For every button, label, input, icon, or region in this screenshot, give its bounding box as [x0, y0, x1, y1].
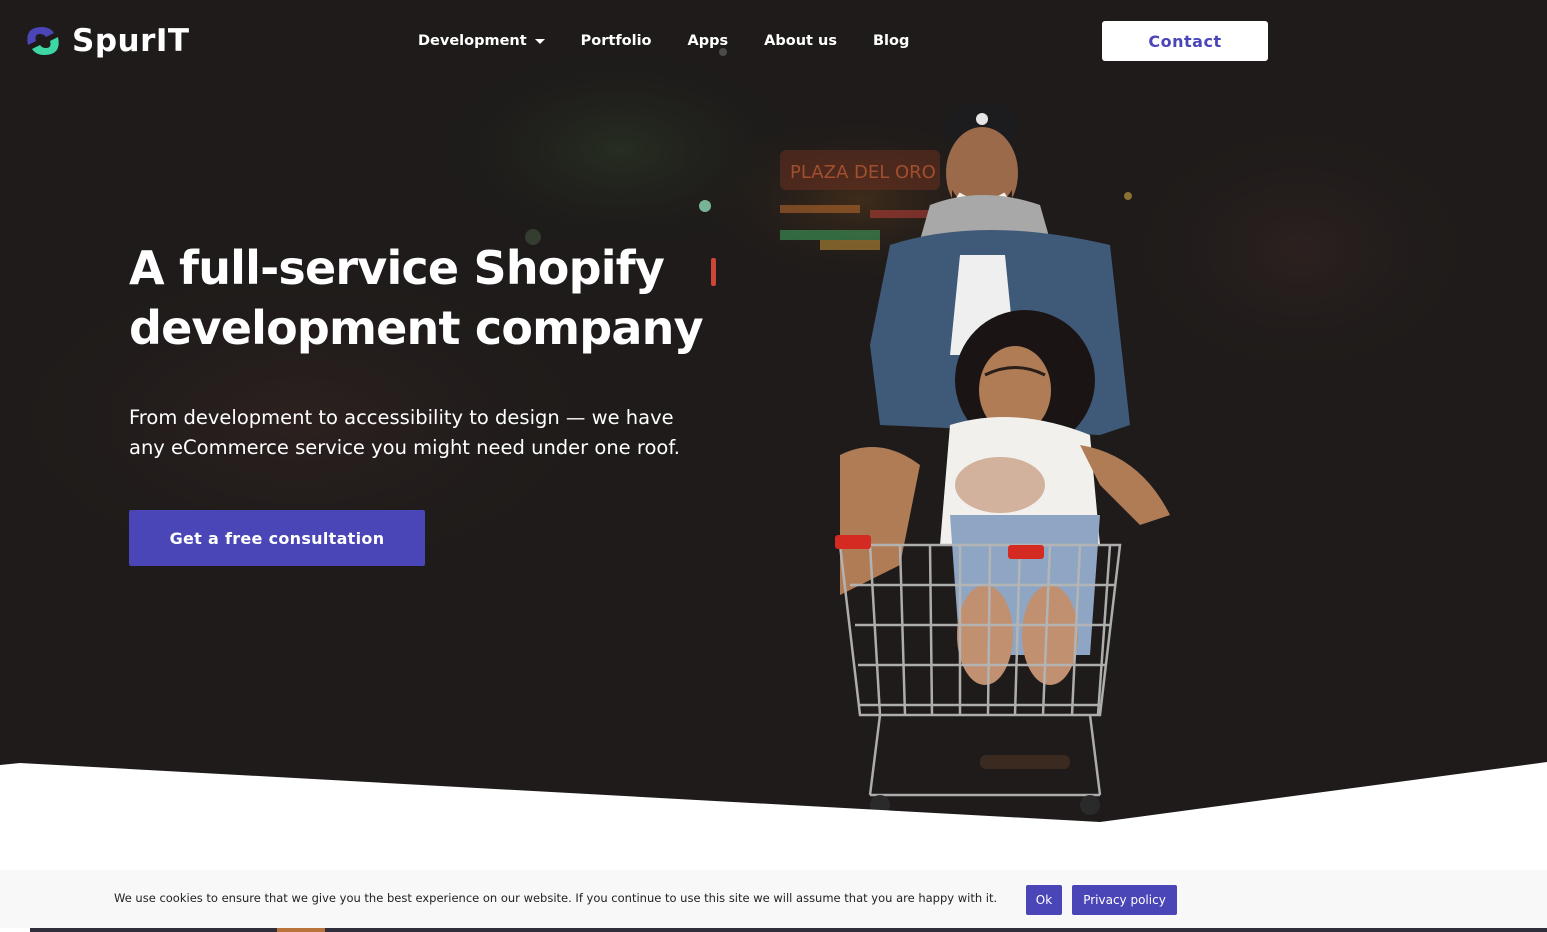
cookie-banner: We use cookies to ensure that we give yo… [0, 870, 1547, 928]
cookie-message: We use cookies to ensure that we give yo… [114, 891, 998, 905]
nav-item-blog[interactable]: Blog [873, 33, 909, 49]
main-nav: Development Portfolio Apps About us Blog [418, 30, 909, 52]
hero-bottom-divider [0, 762, 1547, 835]
hero-title-line-2: development company [129, 301, 704, 355]
hero-subtitle-line-1: From development to accessibility to des… [129, 406, 674, 429]
hero-photo-people-shopping-cart [835, 103, 1170, 815]
nav-item-portfolio[interactable]: Portfolio [581, 33, 652, 49]
logo-text: SpurIT [72, 23, 190, 59]
free-consultation-button[interactable]: Get a free consultation [129, 510, 425, 566]
logo[interactable]: SpurIT [22, 22, 190, 60]
privacy-policy-button[interactable]: Privacy policy [1072, 885, 1177, 915]
hero-title-line-1: A full-service Shopify [129, 241, 665, 295]
hero-subtitle: From development to accessibility to des… [129, 403, 729, 463]
chevron-down-icon [534, 38, 545, 44]
contact-button[interactable]: Contact [1102, 21, 1268, 61]
bottom-content-accent [277, 928, 325, 932]
hero-title: A full-service Shopify development compa… [129, 238, 769, 358]
hero-subtitle-line-2: any eCommerce service you might need und… [129, 436, 680, 459]
bottom-content-edge [30, 928, 1547, 932]
nav-item-label: Development [418, 33, 527, 49]
cookie-ok-button[interactable]: Ok [1026, 885, 1062, 915]
nav-item-apps[interactable]: Apps [688, 33, 729, 49]
page: PLAZA DEL ORO SpurIT Development Portfol… [0, 0, 1547, 932]
nav-item-development[interactable]: Development [418, 33, 545, 49]
nav-item-about-us[interactable]: About us [764, 33, 837, 49]
site-header: SpurIT Development Portfolio Apps About … [0, 0, 1547, 82]
logo-icon [27, 27, 59, 55]
